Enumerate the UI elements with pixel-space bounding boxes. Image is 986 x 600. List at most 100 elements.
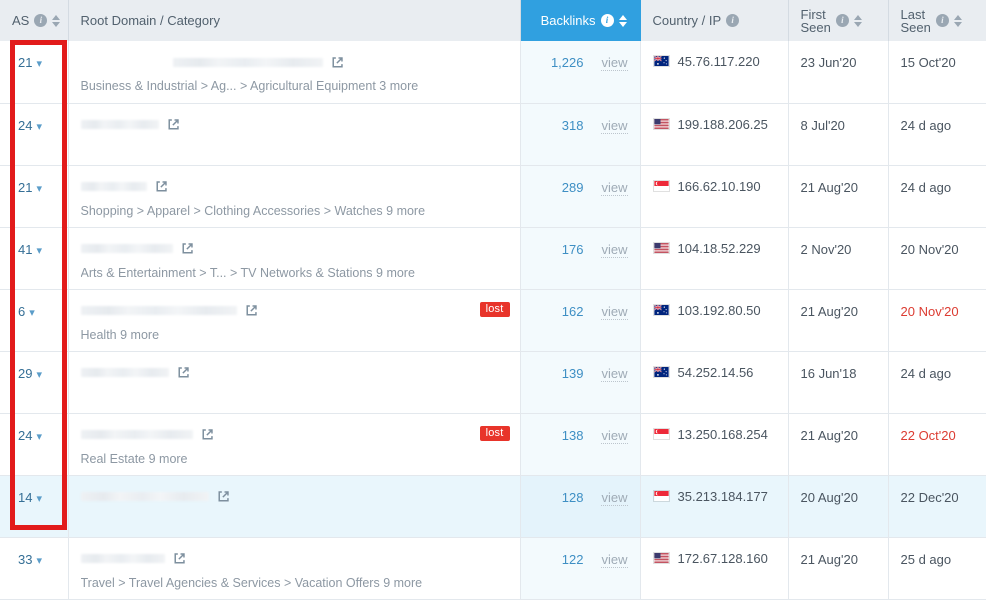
cell-as[interactable]: 41 ▾: [0, 227, 69, 290]
category-more-link[interactable]: 9 more: [383, 575, 423, 590]
ip-address: 35.213.184.177: [677, 488, 768, 504]
column-header-backlinks[interactable]: Backlinks i: [520, 0, 641, 41]
cell-root-domain-category: Shopping > Apparel > Clothing Accessorie…: [68, 165, 521, 228]
column-header-last[interactable]: Last Seen i: [888, 0, 986, 41]
chevron-down-icon[interactable]: ▾: [36, 182, 42, 195]
table-row[interactable]: 6 ▾ Health 9 more lost 162 view 103.192.80.50 2…: [0, 289, 986, 352]
backlinks-count[interactable]: 318: [562, 118, 584, 133]
chevron-down-icon[interactable]: ▾: [36, 244, 42, 257]
cell-as[interactable]: 6 ▾: [0, 289, 69, 352]
info-icon[interactable]: i: [34, 14, 48, 27]
cell-as[interactable]: 21 ▾: [0, 165, 69, 228]
table-row[interactable]: 24 ▾ Real Estate 9 more lost 138 view 13.250.1…: [0, 413, 986, 476]
chevron-down-icon[interactable]: ▾: [36, 57, 42, 70]
first-seen-date: 23 Jun'20: [800, 55, 857, 70]
table-row[interactable]: 14 ▾ 128 view 35.213.184.177 20 Aug'20 22 Dec'…: [0, 475, 986, 538]
info-icon[interactable]: i: [600, 14, 614, 27]
last-seen-date: 20 Nov'20: [900, 303, 959, 319]
view-link[interactable]: view: [601, 117, 628, 134]
column-header-label: Root Domain / Category: [80, 13, 220, 28]
cell-as[interactable]: 24 ▾: [0, 413, 69, 476]
view-link[interactable]: view: [601, 303, 628, 320]
external-link-icon[interactable]: [245, 304, 258, 317]
external-link-icon[interactable]: [177, 366, 190, 379]
view-link[interactable]: view: [601, 427, 628, 444]
external-link-icon[interactable]: [155, 180, 168, 193]
external-link-icon[interactable]: [217, 490, 230, 503]
chevron-down-icon[interactable]: ▾: [36, 554, 42, 567]
redacted-domain-name: [80, 430, 193, 439]
column-header-as[interactable]: AS i: [0, 0, 69, 41]
external-link-icon[interactable]: [167, 118, 180, 131]
column-header-label: Backlinks: [540, 13, 596, 28]
view-link[interactable]: view: [601, 365, 628, 382]
cell-as[interactable]: 29 ▾: [0, 351, 69, 414]
info-icon[interactable]: i: [726, 14, 740, 27]
category-more-link[interactable]: 9 more: [386, 203, 426, 218]
backlinks-count[interactable]: 289: [562, 180, 584, 195]
category-more-link[interactable]: 9 more: [148, 451, 188, 466]
column-header-label: AS: [12, 13, 30, 28]
chevron-down-icon[interactable]: ▾: [36, 492, 42, 505]
info-icon[interactable]: i: [835, 14, 849, 27]
category-path: Real Estate: [80, 451, 146, 466]
cell-as[interactable]: 24 ▾: [0, 103, 69, 166]
sort-icon[interactable]: [618, 14, 628, 27]
backlinks-count[interactable]: 138: [562, 428, 584, 443]
ip-address: 166.62.10.190: [677, 178, 761, 194]
view-link[interactable]: view: [601, 241, 628, 258]
table-row[interactable]: 21 ▾ Business & Industrial > Ag... > Agric…: [0, 41, 986, 104]
as-value: 29: [18, 365, 33, 381]
redacted-domain-name: [80, 244, 173, 253]
sort-icon[interactable]: [953, 14, 963, 27]
redacted-domain-name: [80, 306, 237, 315]
chevron-down-icon[interactable]: ▾: [36, 430, 42, 443]
cell-first-seen: 8 Jul'20: [788, 103, 889, 166]
category-more-link[interactable]: 9 more: [376, 265, 415, 280]
table-row[interactable]: 21 ▾ Shopping > Apparel > Clothing Accesso…: [0, 165, 986, 228]
chevron-down-icon[interactable]: ▾: [36, 120, 42, 133]
info-icon[interactable]: i: [935, 14, 949, 27]
category-breadcrumb: Shopping > Apparel > Clothing Accessorie…: [81, 203, 508, 218]
chevron-down-icon[interactable]: ▾: [29, 306, 35, 319]
backlinks-count[interactable]: 139: [562, 366, 584, 381]
external-link-icon[interactable]: [201, 428, 214, 441]
backlinks-count[interactable]: 122: [562, 552, 584, 567]
view-link[interactable]: view: [601, 551, 628, 568]
last-seen-date: 24 d ago: [900, 365, 952, 381]
category-breadcrumb: Arts & Entertainment > T... > TV Network…: [81, 265, 508, 280]
view-link[interactable]: view: [601, 55, 628, 71]
table-row[interactable]: 41 ▾ Arts & Entertainment > T... > TV Netw…: [0, 227, 986, 290]
backlinks-count[interactable]: 1,226: [551, 55, 584, 70]
first-seen-date: 20 Aug'20: [800, 489, 858, 505]
cell-root-domain-category: [68, 475, 521, 538]
sort-icon[interactable]: [52, 14, 61, 27]
cell-country-ip: 166.62.10.190: [640, 165, 789, 228]
cell-as[interactable]: 14 ▾: [0, 475, 69, 538]
as-value: 24: [18, 117, 33, 133]
cell-as[interactable]: 21 ▾: [0, 41, 69, 104]
status-badge-lost: lost: [479, 301, 510, 317]
external-link-icon[interactable]: [331, 56, 344, 69]
table-row[interactable]: 24 ▾ 318 view 199.188.206.25 8 Jul'20 24 d ago: [0, 103, 986, 166]
view-link[interactable]: view: [601, 489, 628, 506]
table-row[interactable]: 33 ▾ Travel > Travel Agencies & Services >…: [0, 537, 986, 600]
backlinks-count[interactable]: 162: [562, 304, 584, 319]
chevron-down-icon[interactable]: ▾: [36, 368, 42, 381]
column-header-first[interactable]: First Seen i: [788, 0, 889, 41]
flag-icon-au: [652, 303, 670, 316]
first-seen-date: 21 Aug'20: [800, 179, 858, 195]
column-header-label: Last Seen: [900, 6, 931, 35]
sort-icon[interactable]: [853, 14, 863, 27]
category-more-link[interactable]: 3 more: [379, 79, 419, 93]
table-row[interactable]: 29 ▾ 139 view 54.252.14.56 16 Jun'18 24 d ago: [0, 351, 986, 414]
backlinks-count[interactable]: 176: [562, 242, 584, 257]
view-link[interactable]: view: [601, 179, 628, 196]
backlinks-count[interactable]: 128: [562, 490, 584, 505]
external-link-icon[interactable]: [181, 242, 194, 255]
flag-icon-us: [652, 117, 670, 130]
category-more-link[interactable]: 9 more: [120, 327, 160, 342]
cell-as[interactable]: 33 ▾: [0, 537, 69, 600]
external-link-icon[interactable]: [173, 552, 186, 565]
ip-address: 104.18.52.229: [677, 240, 761, 256]
